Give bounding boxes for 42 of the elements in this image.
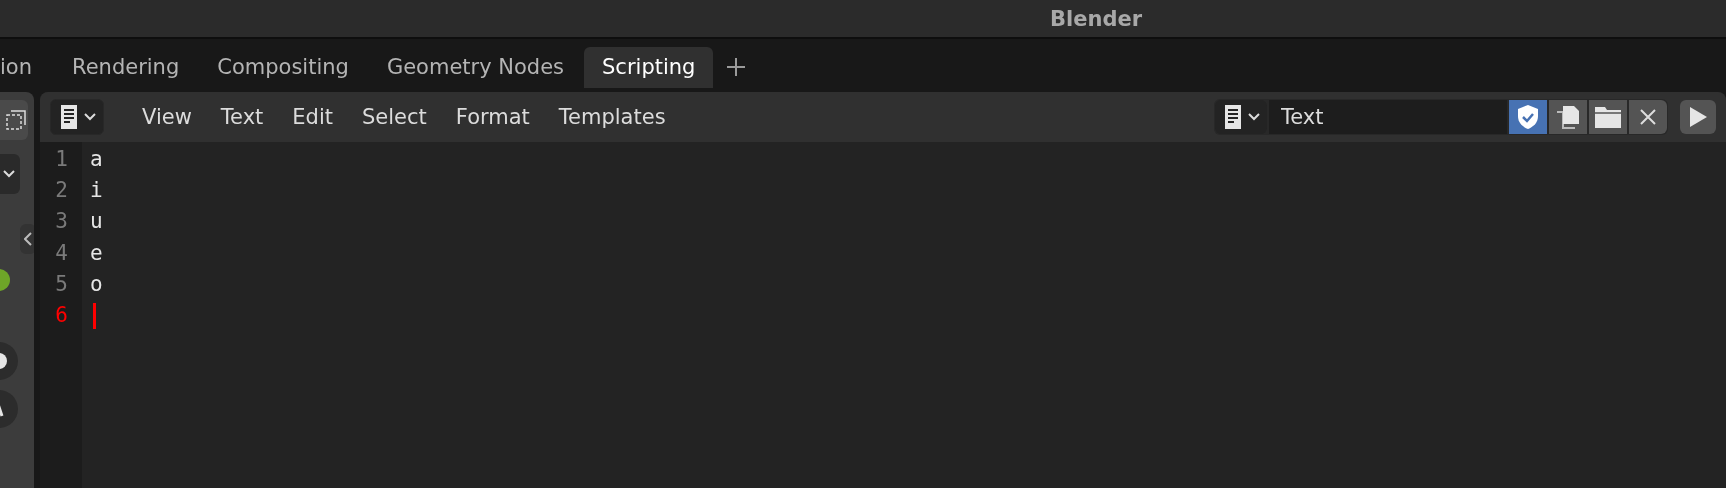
code-line: i <box>90 177 103 205</box>
menu-item[interactable]: Edit <box>278 101 347 133</box>
menu-item[interactable]: Select <box>348 101 441 133</box>
line-number: 5 <box>54 270 69 298</box>
line-number: 1 <box>54 146 69 173</box>
view-toggle-button[interactable] <box>0 100 28 140</box>
menu-item[interactable]: View <box>128 101 206 133</box>
text-name-field[interactable]: Text <box>1269 100 1507 134</box>
text-browse-dropdown[interactable] <box>1215 100 1267 134</box>
chevron-down-icon <box>2 169 16 179</box>
chevron-left-icon <box>24 232 32 246</box>
menu-item[interactable]: Templates <box>544 101 680 133</box>
play-icon[interactable] <box>1680 100 1716 134</box>
line-number: 6 <box>54 301 69 329</box>
workspace-tab[interactable]: Compositing <box>199 47 367 88</box>
menu-item[interactable]: Text <box>206 101 278 133</box>
collapse-tab[interactable] <box>20 224 34 254</box>
workspace-tab[interactable]: Scripting <box>584 47 714 88</box>
menu-item[interactable]: Format <box>441 101 544 133</box>
line-number: 3 <box>54 208 69 236</box>
chevron-down-icon <box>1247 112 1261 122</box>
text-editor-icon <box>1221 104 1243 130</box>
text-editor-icon <box>57 104 79 130</box>
code-line: a <box>90 146 103 173</box>
chevron-down-icon <box>83 112 97 122</box>
folder-icon[interactable] <box>1589 100 1627 134</box>
code-line: e <box>90 239 103 267</box>
editor-type-dropdown[interactable] <box>50 99 104 135</box>
duplicate-icon[interactable] <box>1549 100 1587 134</box>
line-number: 4 <box>54 239 69 267</box>
close-icon[interactable] <box>1629 100 1667 134</box>
code-line: u <box>90 208 103 236</box>
workspace-tab[interactable]: Rendering <box>54 47 198 88</box>
window-title: Blender <box>1050 6 1143 31</box>
text-cursor <box>93 302 96 329</box>
workspace-tab[interactable]: ion <box>0 47 50 88</box>
workspace-tab[interactable]: Geometry Nodes <box>368 47 583 88</box>
add-icon[interactable] <box>725 56 748 78</box>
line-number: 2 <box>54 177 69 205</box>
code-line: o <box>90 270 103 298</box>
select-box-icon <box>6 110 26 130</box>
shield-check-icon[interactable] <box>1509 100 1547 134</box>
